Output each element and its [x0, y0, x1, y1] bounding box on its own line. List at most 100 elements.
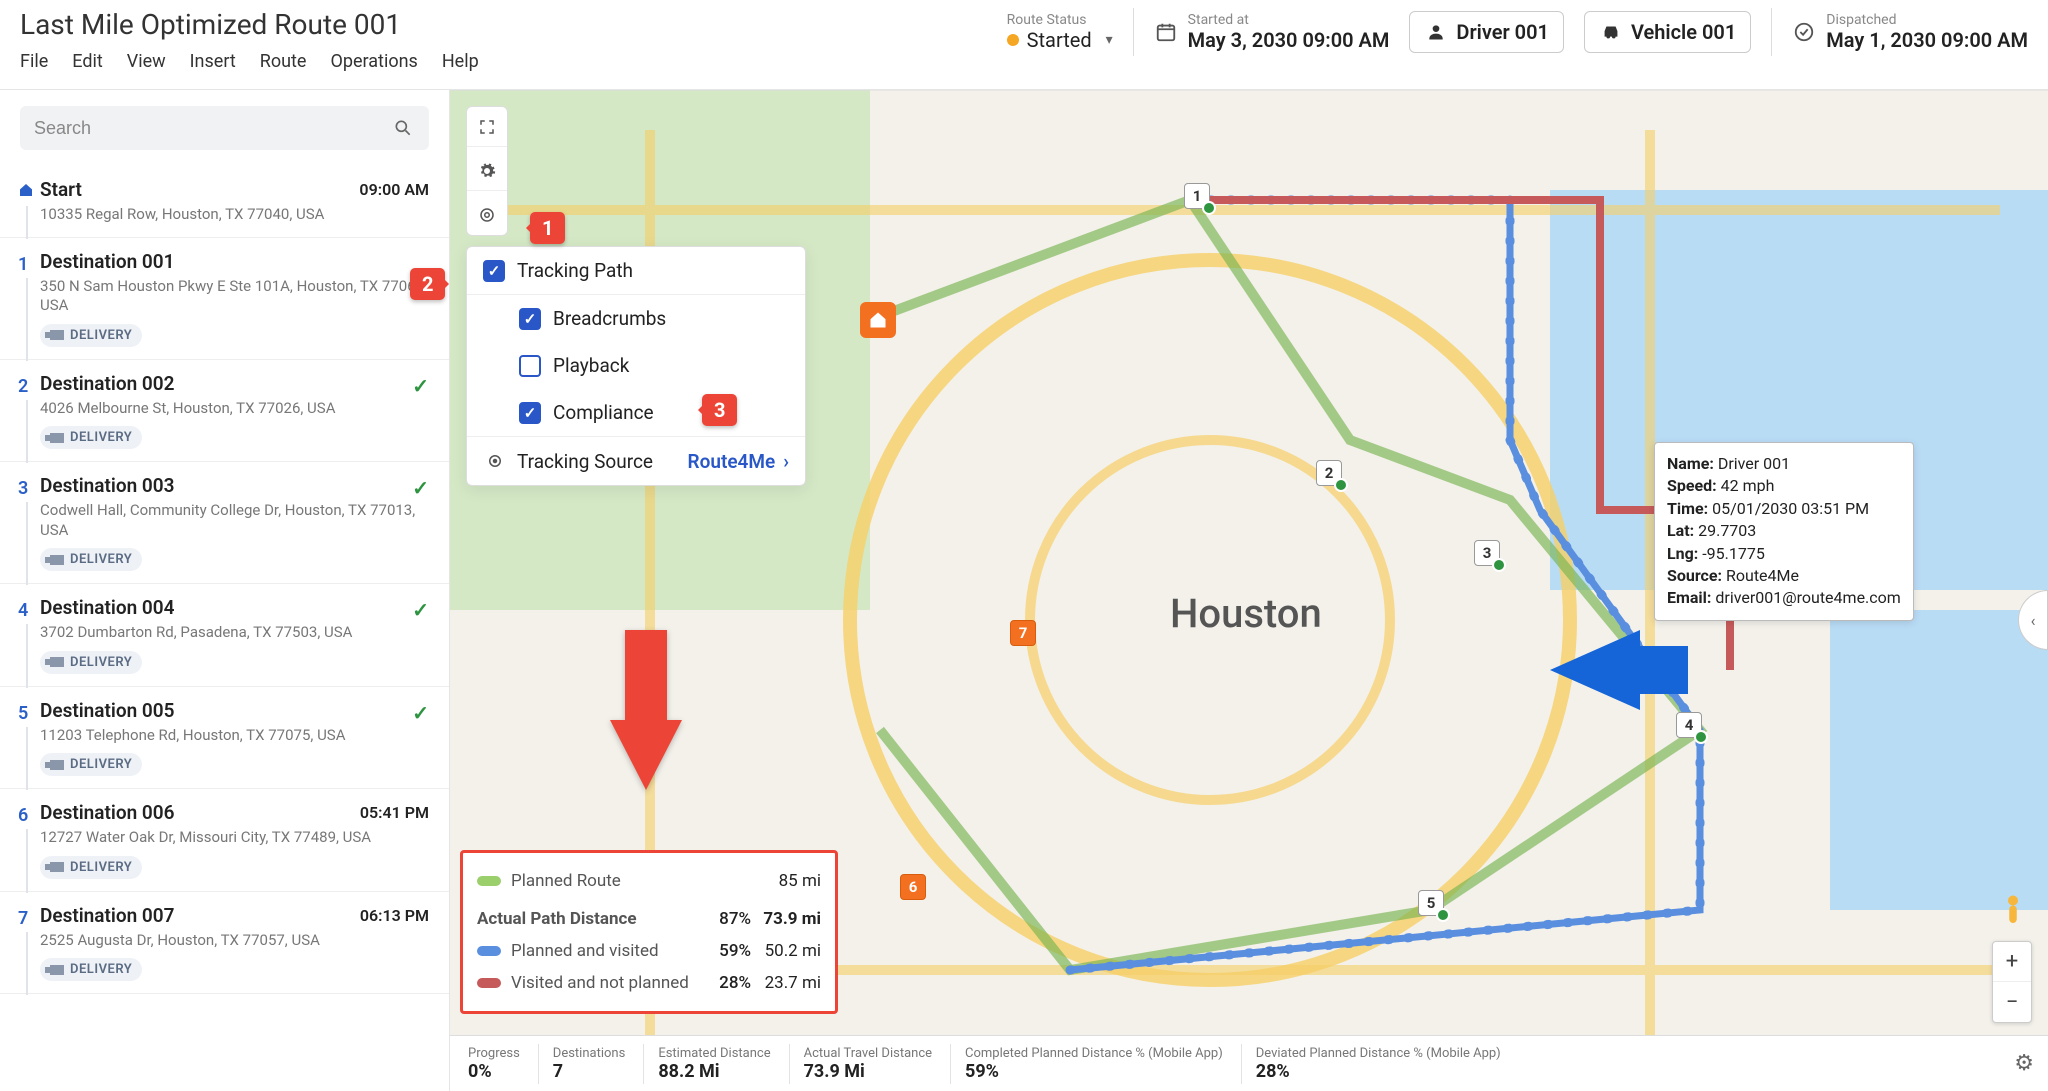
legend-apd-label: Actual Path Distance [477, 909, 701, 929]
map-canvas[interactable]: Houston Tracking Path Breadcrumbs Playba… [450, 90, 2048, 1091]
route-status-block[interactable]: Route Status Started ▾ [1007, 12, 1113, 52]
sb-act-l: Actual Travel Distance [804, 1046, 932, 1061]
sb-comp-v: 59% [965, 1061, 1223, 1082]
stop-number: 4 [18, 600, 28, 621]
fullscreen-icon[interactable] [467, 107, 507, 147]
zoom-in-button[interactable]: + [1993, 942, 2031, 982]
menu-route[interactable]: Route [260, 51, 307, 72]
sb-act-v: 73.9 Mi [804, 1061, 932, 1082]
search-icon[interactable] [391, 116, 415, 140]
marker-6[interactable]: 6 [900, 874, 926, 900]
menu-insert[interactable]: Insert [190, 51, 236, 72]
timeline-line [26, 278, 28, 361]
chevron-right-icon[interactable]: › [783, 450, 789, 473]
breadcrumbs-row[interactable]: Breadcrumbs [467, 295, 805, 342]
tt-lat-l: Lat: [1667, 521, 1694, 540]
delivery-badge: DELIVERY [40, 753, 142, 776]
status-bar-gear-icon[interactable]: ⚙ [2014, 1051, 2034, 1076]
stop-time: 09:00 AM [359, 180, 429, 199]
vehicle-chip-label: Vehicle 001 [1631, 20, 1736, 44]
marker-3[interactable]: 3 [1474, 540, 1500, 566]
driver-chip[interactable]: Driver 001 [1409, 11, 1564, 53]
vehicle-chip[interactable]: Vehicle 001 [1584, 11, 1751, 53]
driver-tooltip: Name: Driver 001 Speed: 42 mph Time: 05/… [1654, 442, 1914, 621]
truck-icon [50, 965, 64, 975]
sidebar: Start10335 Regal Row, Houston, TX 77040,… [0, 90, 450, 1091]
status-dot-icon [1007, 34, 1019, 46]
driver-pointer-icon [1550, 630, 1640, 710]
tracking-path-row[interactable]: Tracking Path [467, 247, 805, 295]
timeline-line [26, 400, 28, 464]
stops-list[interactable]: Start10335 Regal Row, Houston, TX 77040,… [0, 166, 449, 1091]
marker-5[interactable]: 5 [1418, 890, 1444, 916]
stop-title: Destination 004 [40, 596, 429, 619]
checkbox-breadcrumbs[interactable] [519, 308, 541, 330]
tracking-popover: Tracking Path Breadcrumbs Playback Compl… [466, 246, 806, 486]
menu-operations[interactable]: Operations [330, 51, 417, 72]
stop-row[interactable]: 4Destination 0043702 Dumbarton Rd, Pasad… [0, 584, 449, 687]
checkbox-compliance[interactable] [519, 402, 541, 424]
stop-row[interactable]: 1Destination 001350 N Sam Houston Pkwy E… [0, 238, 449, 360]
sb-dest-v: 7 [553, 1061, 626, 1082]
pegman-icon[interactable] [1997, 893, 2029, 933]
truck-icon [50, 862, 64, 872]
checkbox-playback[interactable] [519, 355, 541, 377]
check-icon: ✓ [412, 476, 429, 500]
marker-done-icon [1334, 478, 1348, 492]
delivery-badge: DELIVERY [40, 426, 142, 449]
annotation-3: 3 [702, 394, 737, 426]
compliance-row[interactable]: Compliance [467, 389, 805, 436]
marker-7[interactable]: 7 [1010, 620, 1036, 646]
truck-icon [50, 555, 64, 565]
menu-file[interactable]: File [20, 51, 48, 72]
stop-row[interactable]: 2Destination 0024026 Melbourne St, Houst… [0, 360, 449, 463]
marker-4[interactable]: 4 [1676, 712, 1702, 738]
stop-row[interactable]: 7Destination 0072525 Augusta Dr, Houston… [0, 892, 449, 995]
legend-planned-mi: 85 mi [751, 871, 821, 891]
menu-edit[interactable]: Edit [72, 51, 102, 72]
crosshair-icon [483, 449, 507, 473]
search-input[interactable] [34, 118, 391, 139]
playback-row[interactable]: Playback [467, 342, 805, 389]
chevron-down-icon[interactable]: ▾ [1106, 32, 1113, 48]
menu-help[interactable]: Help [442, 51, 479, 72]
marker-done-icon [1492, 558, 1506, 572]
checkbox-tracking-path[interactable] [483, 260, 505, 282]
sb-dev-v: 28% [1256, 1061, 1501, 1082]
dispatched-block: Dispatched May 1, 2030 09:00 AM [1826, 12, 2028, 53]
target-icon[interactable] [467, 195, 507, 235]
stop-number: 5 [18, 703, 28, 724]
tt-email-l: Email: [1667, 588, 1711, 607]
truck-icon [50, 760, 64, 770]
marker-1[interactable]: 1 [1184, 183, 1210, 209]
tracking-source-row[interactable]: Tracking Source Route4Me › [467, 436, 805, 485]
delivery-badge: DELIVERY [40, 651, 142, 674]
zoom-out-button[interactable]: − [1993, 982, 2031, 1022]
gear-icon[interactable] [467, 151, 507, 191]
stop-time: 05:41 PM [360, 803, 429, 822]
menu-view[interactable]: View [127, 51, 166, 72]
marker-home[interactable] [860, 302, 896, 338]
started-at-block: Started at May 3, 2030 09:00 AM [1188, 12, 1390, 53]
tt-name-v: Driver 001 [1718, 454, 1790, 473]
timeline-line [26, 624, 28, 688]
truck-icon [50, 657, 64, 667]
stop-row[interactable]: 6Destination 00612727 Water Oak Dr, Miss… [0, 789, 449, 892]
stop-row[interactable]: 5Destination 00511203 Telephone Rd, Hous… [0, 687, 449, 790]
stop-address: Codwell Hall, Community College Dr, Hous… [40, 501, 429, 540]
marker-2[interactable]: 2 [1316, 460, 1342, 486]
tracking-source-label: Tracking Source [517, 450, 653, 473]
stop-row[interactable]: 3Destination 003Codwell Hall, Community … [0, 462, 449, 584]
stop-row[interactable]: Start10335 Regal Row, Houston, TX 77040,… [0, 166, 449, 238]
stop-number: 3 [18, 478, 28, 499]
truck-icon [50, 433, 64, 443]
legend-np-mi: 23.7 mi [751, 973, 821, 993]
delivery-badge: DELIVERY [40, 958, 142, 981]
annotation-1: 1 [530, 212, 565, 244]
stop-number: 1 [18, 254, 28, 275]
header-left: Last Mile Optimized Route 001 File Edit … [20, 8, 743, 72]
search-input-wrap[interactable] [20, 106, 429, 150]
tt-src-l: Source: [1667, 566, 1722, 585]
marker-done-icon [1694, 730, 1708, 744]
stop-title: Destination 001 [40, 250, 429, 273]
